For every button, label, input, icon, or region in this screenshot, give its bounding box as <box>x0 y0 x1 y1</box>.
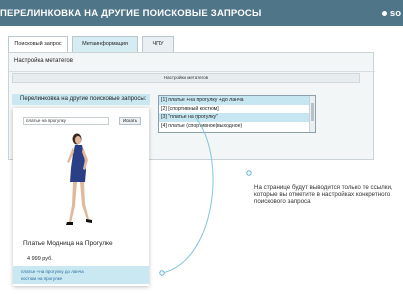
crosslink-listbox[interactable]: [1] платье +на прогулку +до ланча [2] [с… <box>158 95 316 133</box>
right-shoe-shape <box>86 219 92 223</box>
product-card: платье на прогулку Искать Платье Модница… <box>13 108 149 286</box>
tab-seo-url[interactable]: ЧПУ <box>142 36 174 53</box>
product-price: 4 999 руб. <box>27 256 53 262</box>
search-input[interactable]: платье на прогулку <box>23 117 109 125</box>
callout-dot-icon <box>159 270 165 276</box>
brand-logo: so <box>381 8 401 19</box>
listbox-scrollbar[interactable] <box>309 96 315 132</box>
right-leg-shape <box>80 182 89 220</box>
face-shape <box>75 136 81 144</box>
scrollbar-thumb[interactable] <box>311 103 314 121</box>
divider <box>9 71 375 72</box>
list-item[interactable]: [1] платье +на прогулку +до ланча <box>159 96 315 105</box>
list-item[interactable]: [2] [спортивный костюм] <box>159 105 315 114</box>
product-photo <box>66 133 92 225</box>
crosslink-label: Перелинковка на другие поисковые запросы… <box>12 94 150 105</box>
product-name: Платье Модница на Прогулке <box>23 240 113 247</box>
crosslink-tags: платье +на прогулку до ланча костюм на п… <box>13 266 149 284</box>
note-dot-icon <box>246 170 252 176</box>
meta-settings-button[interactable]: Настройки метатегов <box>12 73 360 83</box>
crosslink-tag-link[interactable]: костюм на прогулке <box>21 276 62 281</box>
info-note: На странице будут выводится только те сс… <box>254 184 393 206</box>
list-item[interactable]: [3] "платье на прогулку" <box>159 113 315 122</box>
crosslink-tag-link[interactable]: платье +на прогулку до ланча <box>21 269 84 274</box>
left-shoe-shape <box>66 222 73 225</box>
list-item[interactable]: [4] платье (спортивное|выходное) <box>159 122 315 131</box>
logo-dot-icon <box>381 10 387 16</box>
search-button[interactable]: Искать <box>119 117 141 125</box>
header-bar: ПЕРЕЛИНКОВКА НА ДРУГИЕ ПОИСКОВЫЕ ЗАПРОСЫ… <box>0 0 403 26</box>
brand-logo-text: so <box>389 8 401 19</box>
tab-meta-info[interactable]: Метаинформация <box>72 36 138 53</box>
tab-search-query[interactable]: Поисковый запрос <box>8 36 68 53</box>
page-title: ПЕРЕЛИНКОВКА НА ДРУГИЕ ПОИСКОВЫЕ ЗАПРОСЫ <box>0 8 262 19</box>
left-leg-shape <box>69 182 77 223</box>
meta-title: Настройка метатегов <box>14 58 73 64</box>
